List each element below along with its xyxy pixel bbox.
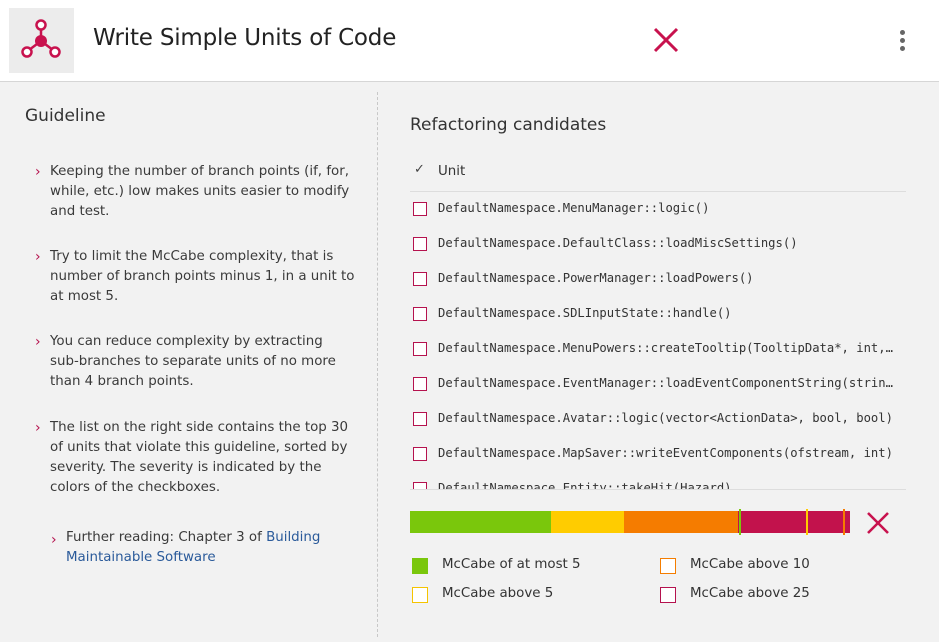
- guideline-item: › Try to limit the McCabe complexity, th…: [35, 247, 355, 307]
- guideline-heading: Guideline: [25, 106, 106, 126]
- severity-checkbox[interactable]: [413, 272, 427, 286]
- unit-name: DefaultNamespace.PowerManager::loadPower…: [438, 271, 754, 285]
- legend-swatch: [412, 558, 428, 574]
- clear-filter-icon[interactable]: [866, 511, 890, 535]
- refactoring-panel: Refactoring candidates ✓ Unit DefaultNam…: [378, 82, 939, 642]
- severity-checkbox[interactable]: [413, 342, 427, 356]
- legend-label: McCabe above 5: [442, 586, 554, 601]
- close-icon[interactable]: [652, 26, 680, 54]
- unit-row[interactable]: DefaultNamespace.PowerManager::loadPower…: [410, 262, 906, 297]
- unit-row[interactable]: DefaultNamespace.Entity::takeHit(Hazard): [410, 472, 906, 490]
- guideline-text: The list on the right side contains the …: [50, 420, 349, 495]
- unit-column-header[interactable]: ✓ Unit: [410, 162, 906, 192]
- network-icon: [21, 19, 61, 58]
- range-handle[interactable]: [843, 509, 845, 535]
- page-title: Write Simple Units of Code: [93, 25, 397, 51]
- app-logo: [9, 8, 74, 73]
- chevron-right-icon: ›: [35, 249, 41, 265]
- checkmark-icon: ✓: [414, 162, 425, 177]
- guideline-item: › You can reduce complexity by extractin…: [35, 332, 355, 392]
- chevron-right-icon: ›: [35, 334, 41, 350]
- further-reading-text: Further reading: Chapter 3 of: [66, 530, 267, 545]
- legend-swatch: [412, 587, 428, 603]
- guideline-panel: Guideline › Keeping the number of branch…: [0, 82, 377, 642]
- severity-segment-red[interactable]: [738, 511, 850, 533]
- severity-checkbox[interactable]: [413, 482, 427, 489]
- chevron-right-icon: ›: [51, 532, 57, 548]
- guideline-text: Keeping the number of branch points (if,…: [50, 164, 350, 219]
- severity-checkbox[interactable]: [413, 202, 427, 216]
- further-reading: › Further reading: Chapter 3 of Building…: [51, 528, 351, 568]
- unit-name: DefaultNamespace.DefaultClass::loadMiscS…: [438, 236, 798, 250]
- chevron-right-icon: ›: [35, 164, 41, 180]
- guideline-item: › Keeping the number of branch points (i…: [35, 162, 355, 222]
- app-header: Write Simple Units of Code: [0, 0, 939, 82]
- severity-segment-green[interactable]: [410, 511, 551, 533]
- unit-column-label: Unit: [438, 164, 466, 179]
- range-handle[interactable]: [806, 509, 808, 535]
- unit-row[interactable]: DefaultNamespace.Avatar::logic(vector<Ac…: [410, 402, 906, 437]
- range-handle[interactable]: [739, 509, 741, 535]
- unit-row[interactable]: DefaultNamespace.EventManager::loadEvent…: [410, 367, 906, 402]
- unit-row[interactable]: DefaultNamespace.MenuManager::logic(): [410, 192, 906, 227]
- severity-segment-orange[interactable]: [624, 511, 738, 533]
- legend-label: McCabe of at most 5: [442, 557, 581, 572]
- unit-name: DefaultNamespace.MapSaver::writeEventCom…: [438, 446, 893, 460]
- severity-segment-yellow[interactable]: [551, 511, 624, 533]
- unit-name: DefaultNamespace.EventManager::loadEvent…: [438, 376, 898, 390]
- legend-label: McCabe above 10: [690, 557, 810, 572]
- guideline-text: Try to limit the McCabe complexity, that…: [50, 249, 355, 304]
- guideline-item: › The list on the right side contains th…: [35, 418, 355, 498]
- unit-row[interactable]: DefaultNamespace.MenuPowers::createToolt…: [410, 332, 906, 367]
- main-content: Guideline › Keeping the number of branch…: [0, 82, 939, 642]
- unit-row[interactable]: DefaultNamespace.SDLInputState::handle(): [410, 297, 906, 332]
- guideline-text: You can reduce complexity by extracting …: [50, 334, 336, 389]
- unit-list[interactable]: DefaultNamespace.MenuManager::logic() De…: [410, 192, 906, 490]
- unit-name: DefaultNamespace.MenuManager::logic(): [438, 201, 710, 215]
- severity-filter-bar[interactable]: [410, 509, 850, 535]
- severity-checkbox[interactable]: [413, 307, 427, 321]
- unit-name: DefaultNamespace.Avatar::logic(vector<Ac…: [438, 411, 893, 425]
- legend-label: McCabe above 25: [690, 586, 810, 601]
- unit-name: DefaultNamespace.MenuPowers::createToolt…: [438, 341, 898, 355]
- severity-checkbox[interactable]: [413, 447, 427, 461]
- refactoring-heading: Refactoring candidates: [410, 115, 607, 135]
- severity-checkbox[interactable]: [413, 237, 427, 251]
- severity-checkbox[interactable]: [413, 377, 427, 391]
- unit-name: DefaultNamespace.Entity::takeHit(Hazard): [438, 481, 732, 490]
- chevron-right-icon: ›: [35, 420, 41, 436]
- more-options-icon[interactable]: [893, 30, 911, 54]
- legend-swatch: [660, 587, 676, 603]
- unit-name: DefaultNamespace.SDLInputState::handle(): [438, 306, 732, 320]
- severity-checkbox[interactable]: [413, 412, 427, 426]
- unit-row[interactable]: DefaultNamespace.MapSaver::writeEventCom…: [410, 437, 906, 472]
- legend-swatch: [660, 558, 676, 574]
- unit-row[interactable]: DefaultNamespace.DefaultClass::loadMiscS…: [410, 227, 906, 262]
